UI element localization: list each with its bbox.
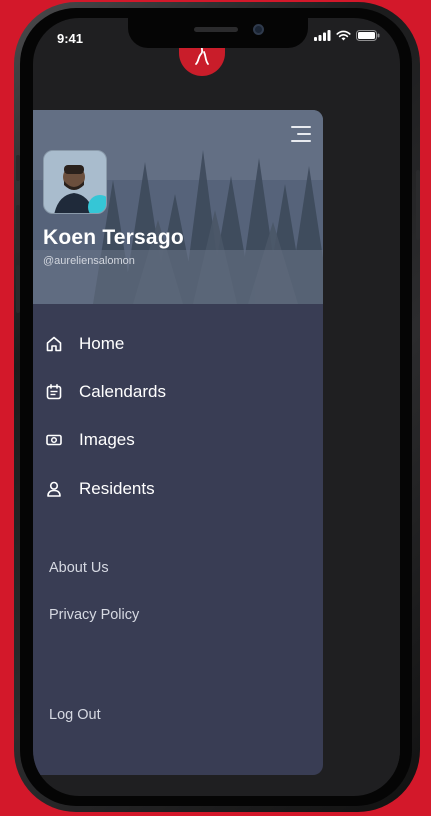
side-button xyxy=(416,170,420,240)
privacy-policy-link[interactable]: Privacy Policy xyxy=(49,607,139,623)
status-icons xyxy=(314,30,380,41)
nav-item-images[interactable]: Images xyxy=(43,424,303,456)
calendar-icon xyxy=(43,381,65,403)
about-us-link[interactable]: About Us xyxy=(49,560,109,576)
phone-screen: 9:41 Koen Tersago @aureliensalomon Home … xyxy=(33,18,400,796)
nav-item-calendards[interactable]: Calendards xyxy=(43,376,303,408)
notch xyxy=(128,18,308,48)
user-handle: @aureliensalomon xyxy=(43,255,135,267)
nav-item-label: Calendards xyxy=(79,382,166,401)
user-name: Koen Tersago xyxy=(43,226,184,249)
nav-item-residents[interactable]: Residents xyxy=(43,473,303,505)
image-icon xyxy=(43,429,65,451)
signal-icon xyxy=(314,30,331,41)
profile-header: Koen Tersago @aureliensalomon xyxy=(33,110,323,304)
avatar-badge xyxy=(88,195,106,213)
avatar[interactable] xyxy=(43,150,107,214)
wifi-icon xyxy=(336,30,351,41)
front-camera xyxy=(253,24,264,35)
nav-item-label: Residents xyxy=(79,479,155,498)
nav-item-label: Home xyxy=(79,334,125,353)
nav-item-label: Images xyxy=(79,430,135,449)
menu-icon[interactable] xyxy=(289,126,311,142)
speaker xyxy=(194,27,238,32)
navigation-drawer: Koen Tersago @aureliensalomon Home Calen… xyxy=(33,110,323,775)
nav-item-home[interactable]: Home xyxy=(43,328,303,360)
battery-icon xyxy=(356,30,380,41)
user-icon xyxy=(43,478,65,500)
status-time: 9:41 xyxy=(57,31,84,46)
home-icon xyxy=(43,333,65,355)
log-out-button[interactable]: Log Out xyxy=(49,707,101,723)
dimmed-content-area[interactable] xyxy=(323,110,400,775)
